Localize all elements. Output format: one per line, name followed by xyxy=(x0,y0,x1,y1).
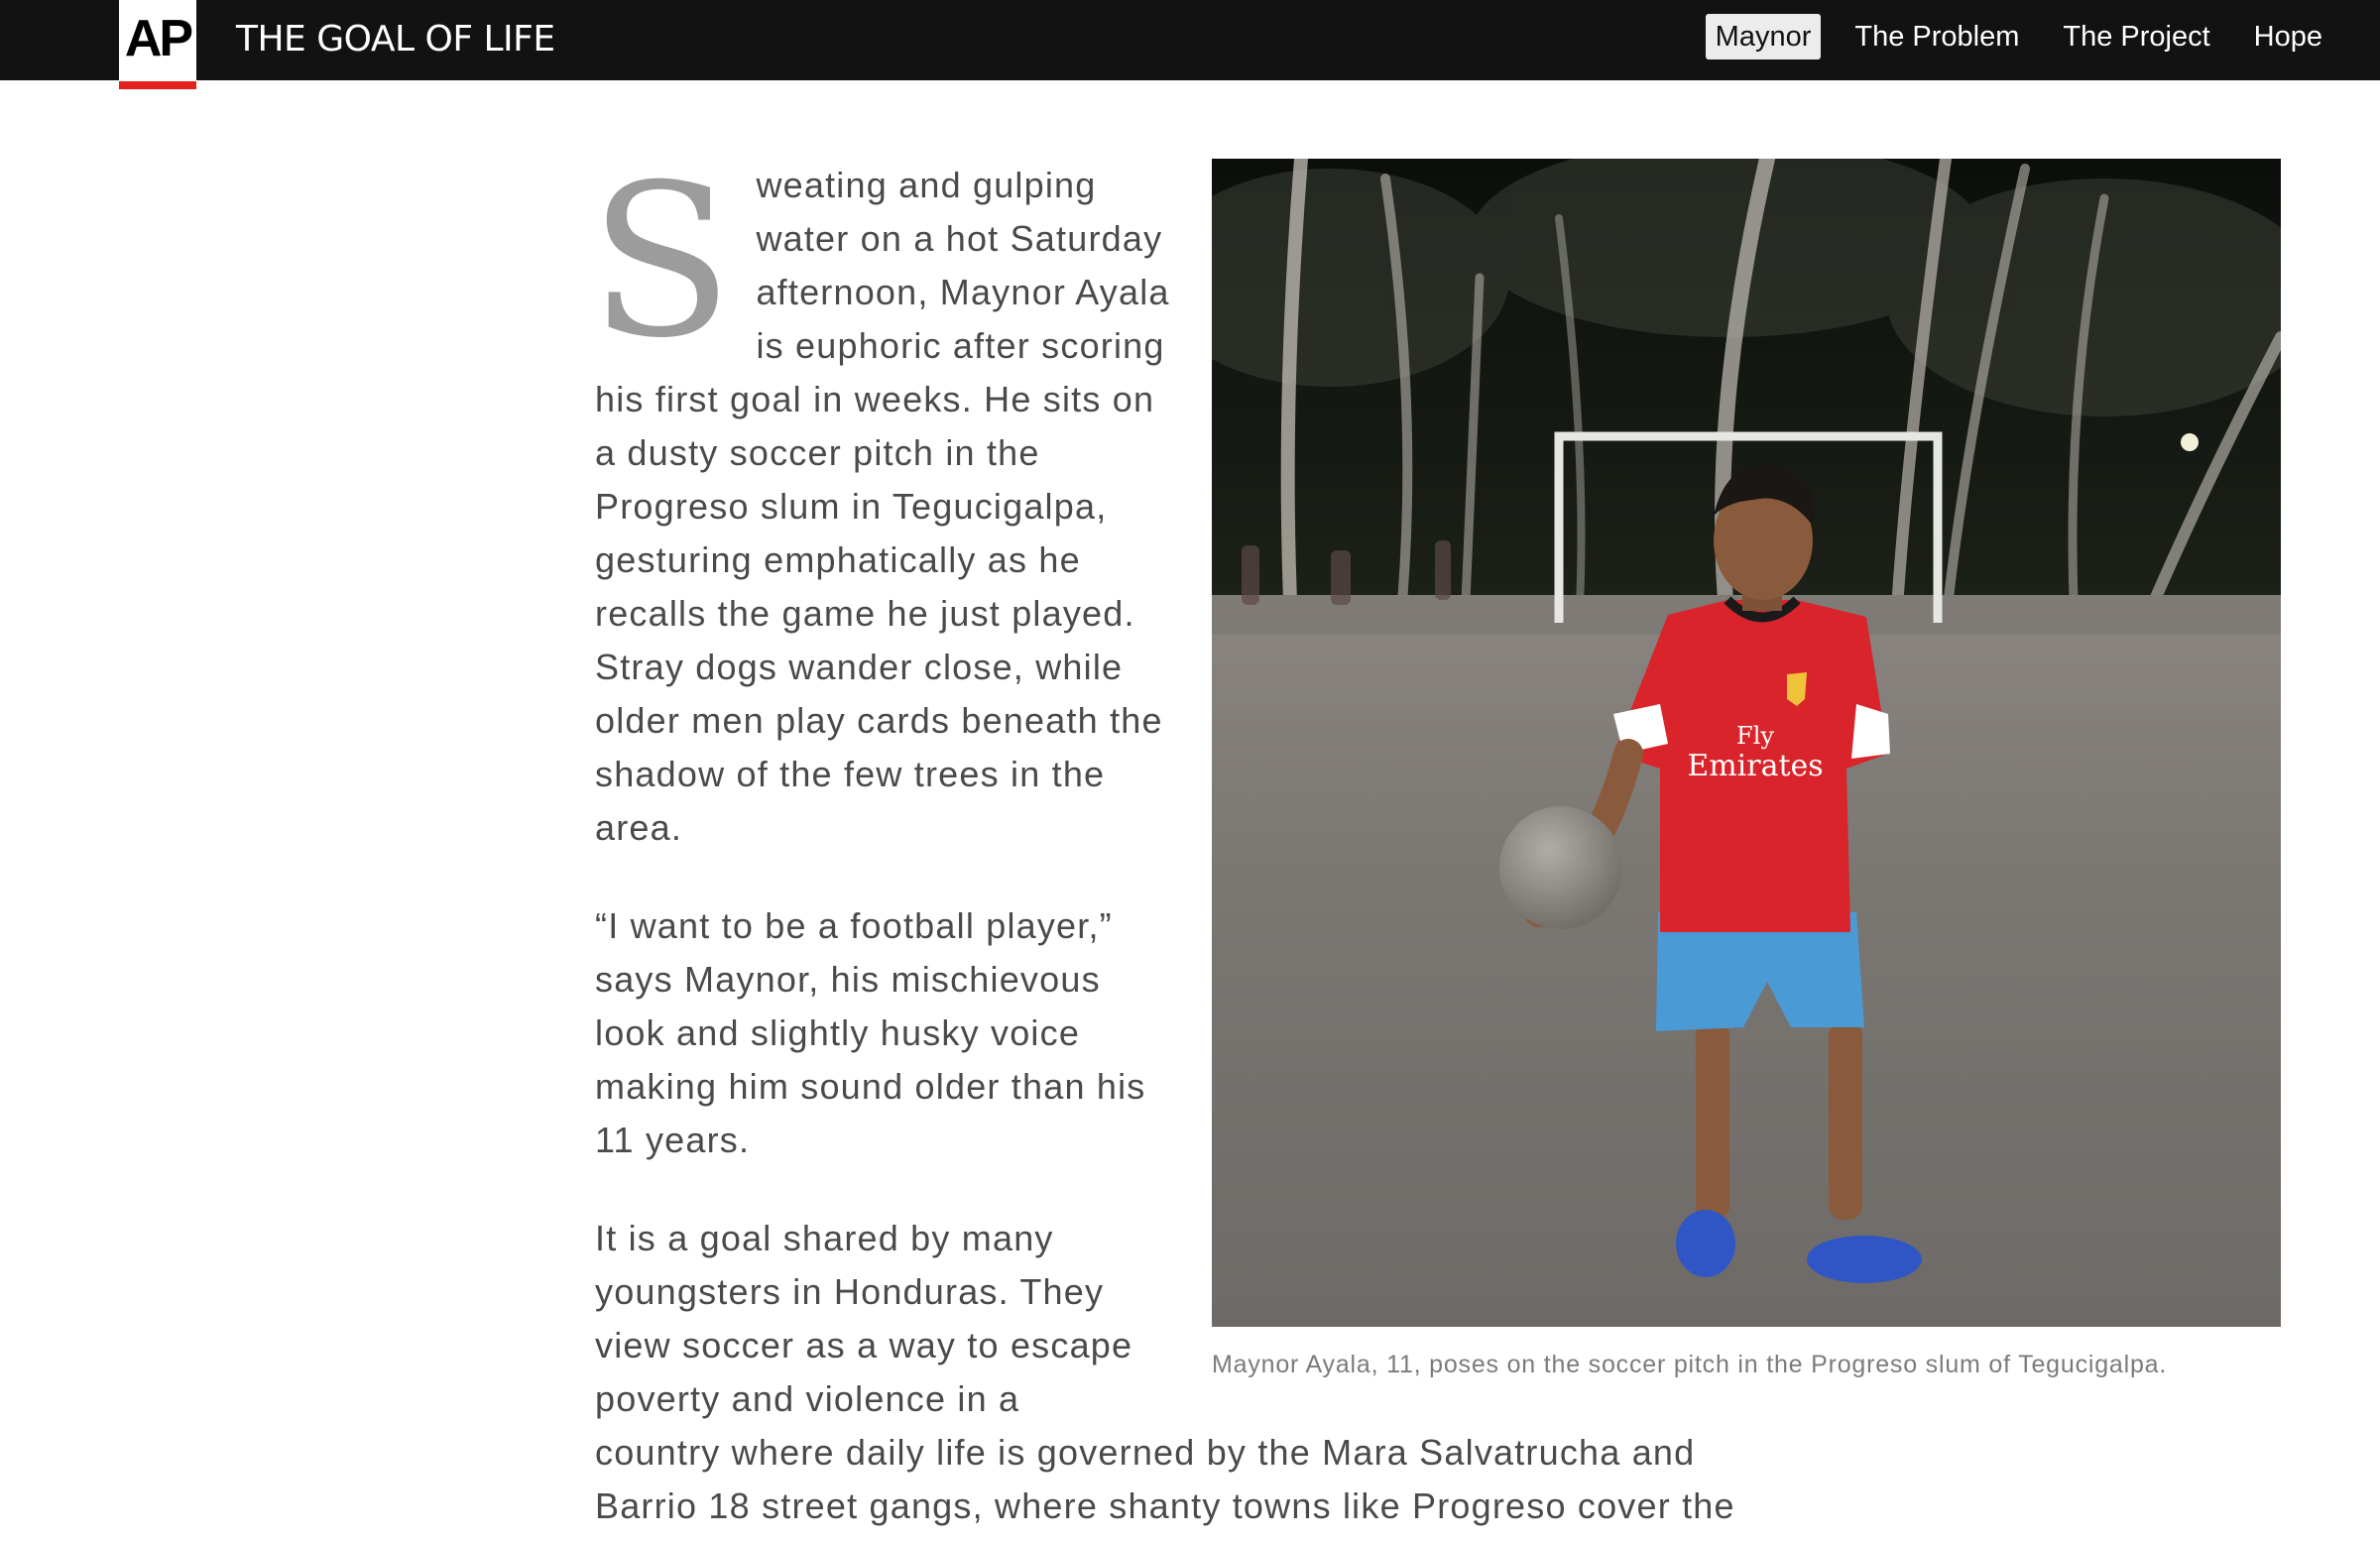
paragraph-3-wide-text: country where daily life is governed by … xyxy=(595,1432,1735,1526)
article-paragraph-2: “I want to be a football player,” says M… xyxy=(595,905,1146,1160)
nav-item-maynor[interactable]: Maynor xyxy=(1705,14,1822,59)
ap-logo[interactable]: AP xyxy=(119,0,196,89)
site-title[interactable]: THE GOAL OF LIFE xyxy=(236,16,555,63)
shirt-sponsor-line1: Fly xyxy=(1736,722,1774,750)
paragraph-3-narrow-text: It is a goal shared by many youngsters i… xyxy=(595,1218,1133,1419)
top-navigation-bar: AP THE GOAL OF LIFE Maynor The Problem T… xyxy=(0,0,2380,89)
nav-item-the-problem[interactable]: The Problem xyxy=(1844,14,2029,59)
nav-item-hope[interactable]: Hope xyxy=(2244,14,2332,59)
article-paragraph-1: S weating and gulping water on a hot Sat… xyxy=(589,157,1170,855)
drop-cap: S xyxy=(589,139,735,384)
ap-logo-text: AP xyxy=(124,10,193,67)
photo-caption: Maynor Ayala, 11, poses on the soccer pi… xyxy=(1212,1351,2168,1378)
section-nav: Maynor The Problem The Project Hope xyxy=(1705,14,2332,59)
photo-boy-with-soccer-ball[interactable]: Fly Emirates xyxy=(1212,159,2281,1327)
ap-logo-red-bar xyxy=(119,81,196,89)
article-figure: Fly Emirates Maynor Ayala, 11, poses on … xyxy=(1212,159,2281,1380)
photo-illustration: Fly Emirates xyxy=(1212,159,2281,1327)
shirt-sponsor-line2: Emirates xyxy=(1687,749,1823,783)
nav-item-the-project[interactable]: The Project xyxy=(2053,14,2219,59)
